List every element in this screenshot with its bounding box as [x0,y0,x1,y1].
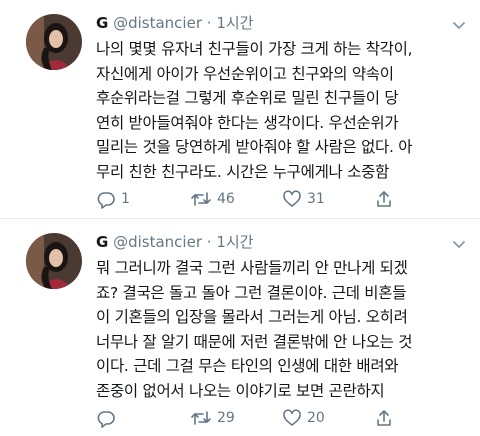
share-icon [374,408,394,428]
separator-dot: · [206,233,212,251]
reply-icon [96,408,116,428]
share-button[interactable] [374,408,394,428]
display-name[interactable]: G [96,233,108,251]
reply-button[interactable]: 1 [96,189,190,209]
share-icon [374,189,394,209]
user-handle[interactable]: @distancier [113,233,202,251]
retweet-icon [190,189,212,209]
tweet-text: 뭐 그러니까 결국 그런 사람들끼리 안 만나게 되겠 죠? 결국은 돌고 돌아… [96,259,413,400]
tweet: G @distancier · 1시간 나의 몇몇 유자녀 친구들이 가장 크게… [0,0,480,218]
like-count: 31 [307,191,325,207]
tweet-text: 나의 몇몇 유자녀 친구들이 가장 크게 하는 착각이, 자신에게 아이가 우선… [96,40,413,181]
reply-icon [96,189,116,209]
heart-icon [282,189,302,209]
retweet-button[interactable]: 46 [190,189,282,209]
reply-count: 1 [121,191,130,207]
chevron-down-icon[interactable] [452,235,466,248]
tweet-header: G @distancier · 1시간 [96,231,468,253]
like-button[interactable]: 20 [282,408,374,428]
tweet-actions: 29 20 [96,407,394,429]
user-handle[interactable]: @distancier [113,14,202,32]
timestamp[interactable]: 1시간 [216,14,253,32]
retweet-icon [190,408,212,428]
retweet-button[interactable]: 29 [190,408,282,428]
tweet-header: G @distancier · 1시간 [96,12,468,34]
avatar[interactable] [26,233,82,289]
retweet-count: 46 [217,191,235,207]
tweet-actions: 1 46 31 [96,188,394,210]
reply-button[interactable] [96,408,190,428]
retweet-count: 29 [217,410,235,426]
heart-icon [282,408,302,428]
like-count: 20 [307,410,325,426]
avatar[interactable] [26,14,82,70]
chevron-down-icon[interactable] [452,16,466,29]
display-name[interactable]: G [96,14,108,32]
share-button[interactable] [374,189,394,209]
separator-dot: · [206,14,212,32]
tweet: G @distancier · 1시간 뭐 그러니까 결국 그런 사람들끼리 안… [0,218,480,436]
like-button[interactable]: 31 [282,189,374,209]
timestamp[interactable]: 1시간 [216,233,253,251]
